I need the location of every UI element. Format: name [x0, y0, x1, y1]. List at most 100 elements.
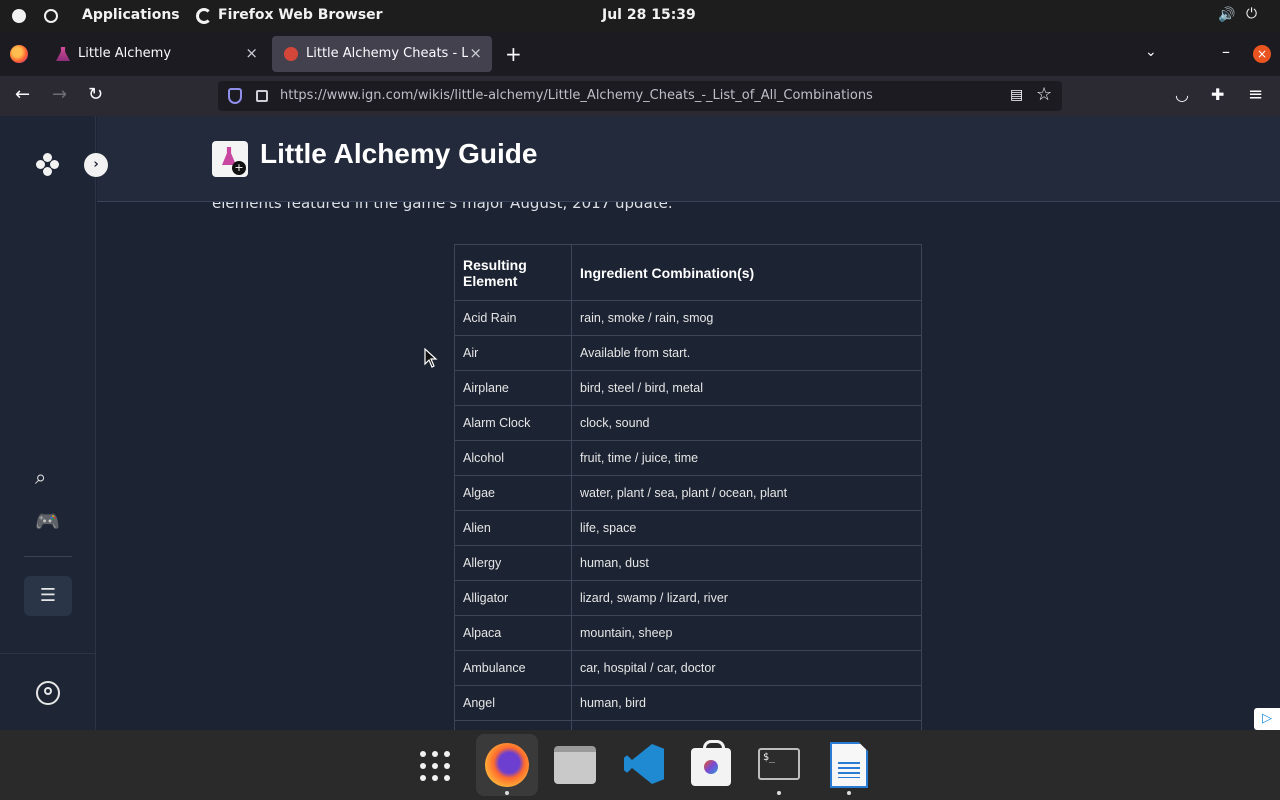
combination-cell: rain, smoke / rain, smog [571, 300, 922, 336]
ign-favicon-icon [284, 47, 298, 61]
back-button[interactable]: ← [15, 86, 30, 104]
combination-cell: car, hospital / car, doctor [571, 650, 922, 686]
element-cell: Angel [454, 685, 572, 721]
element-cell: Alcohol [454, 440, 572, 476]
pocket-icon[interactable]: ◡ [1175, 85, 1189, 104]
element-cell: Ambulance [454, 650, 572, 686]
table-row: Ambulance car, hospital / car, doctor [454, 650, 922, 686]
table-body: Acid Rain rain, smoke / rain, smog Air Avai… [454, 300, 922, 730]
combinations-table: Resulting Element Ingredient Combination… [454, 244, 922, 730]
system-top-bar: Applications Firefox Web Browser Jul 28 … [0, 0, 1280, 32]
minimize-button[interactable]: – [1222, 42, 1230, 61]
tab-title: Little Alchemy Cheats - List [306, 46, 468, 61]
element-cell [454, 720, 572, 730]
element-cell: Alarm Clock [454, 405, 572, 441]
dock: $_ [0, 730, 1280, 800]
element-cell: Alligator [454, 580, 572, 616]
close-window-button[interactable]: × [1253, 45, 1271, 63]
folder-icon [554, 746, 596, 784]
applications-menu[interactable]: Applications [82, 7, 180, 23]
element-cell: Alpaca [454, 615, 572, 651]
running-indicator [777, 791, 781, 795]
new-tab-button[interactable]: + [505, 42, 522, 66]
shopping-bag-icon [691, 740, 731, 786]
site-side-nav: ⌕ 🎮 ☰ [0, 116, 96, 730]
tab-close-icon[interactable]: × [245, 44, 258, 62]
firefox-small-icon [196, 8, 212, 24]
page-content: ⌕ 🎮 ☰ elements featured in the game's ma… [0, 116, 1280, 730]
table-row: Angel human, bird [454, 685, 922, 721]
reload-button[interactable]: ↻ [88, 86, 103, 104]
table-row: Acid Rain rain, smoke / rain, smog [454, 300, 922, 336]
table-of-contents-icon[interactable]: ☰ [24, 576, 72, 616]
table-row: Alligator lizard, swamp / lizard, river [454, 580, 922, 616]
workspace-indicator-icon[interactable] [12, 9, 26, 23]
table-row [454, 720, 922, 730]
guide-title[interactable]: Little Alchemy Guide [260, 138, 537, 170]
divider [0, 653, 96, 654]
tab-little-alchemy-cheats[interactable]: Little Alchemy Cheats - List × [272, 36, 492, 72]
app-center-dock-icon[interactable] [680, 734, 742, 796]
adchoices-icon[interactable]: ▷ [1254, 708, 1280, 730]
table-row: Algae water, plant / sea, plant / ocean, … [454, 475, 922, 511]
account-icon[interactable] [36, 681, 60, 705]
column-header: Resulting Element [454, 244, 572, 301]
element-cell: Acid Rain [454, 300, 572, 336]
reader-view-icon[interactable]: ▤ [1010, 87, 1023, 103]
table-row: Alarm Clock clock, sound [454, 405, 922, 441]
table-row: Airplane bird, steel / bird, metal [454, 370, 922, 406]
tracking-protection-icon[interactable] [228, 88, 242, 104]
active-app-label[interactable]: Firefox Web Browser [218, 7, 383, 23]
running-indicator [847, 791, 851, 795]
divider [24, 556, 72, 557]
volume-icon[interactable]: 🔊 [1218, 7, 1235, 23]
column-header: Ingredient Combination(s) [571, 244, 922, 301]
document-icon [830, 742, 868, 788]
files-dock-icon[interactable] [544, 734, 606, 796]
gamepad-icon[interactable]: 🎮 [35, 509, 60, 533]
table-header-row: Resulting Element Ingredient Combination… [454, 244, 922, 301]
running-indicator [505, 791, 509, 795]
table-row: Alcohol fruit, time / juice, time [454, 440, 922, 476]
tab-close-icon[interactable]: × [469, 44, 482, 62]
combination-cell [571, 720, 922, 730]
bookmark-star-icon[interactable]: ☆ [1036, 84, 1052, 105]
expand-nav-button[interactable]: › [84, 153, 108, 177]
combination-cell: lizard, swamp / lizard, river [571, 580, 922, 616]
forward-button[interactable]: → [52, 86, 67, 104]
firefox-logo-icon [485, 743, 529, 787]
lock-icon[interactable] [256, 90, 268, 102]
writer-dock-icon[interactable] [818, 734, 880, 796]
firefox-dock-icon[interactable] [476, 734, 538, 796]
extensions-icon[interactable]: ✚ [1211, 85, 1224, 104]
combination-cell: bird, steel / bird, metal [571, 370, 922, 406]
list-all-tabs-icon[interactable]: ⌄ [1145, 44, 1157, 60]
show-apps-button[interactable] [404, 734, 466, 796]
workspace-indicator-2-icon[interactable] [44, 9, 58, 23]
browser-tab-strip: Little Alchemy × Little Alchemy Cheats -… [0, 32, 1280, 76]
firefox-view-icon[interactable] [10, 45, 28, 63]
combination-cell: Available from start. [571, 335, 922, 371]
terminal-dock-icon[interactable]: $_ [748, 734, 810, 796]
url-text[interactable]: https://www.ign.com/wikis/little-alchemy… [280, 88, 873, 103]
table-row: Alpaca mountain, sheep [454, 615, 922, 651]
guide-thumbnail[interactable]: + [212, 141, 248, 177]
follow-plus-icon[interactable]: + [232, 161, 246, 175]
ign-logo-icon[interactable] [36, 153, 60, 177]
vscode-dock-icon[interactable] [612, 734, 674, 796]
combination-cell: water, plant / sea, plant / ocean, plant [571, 475, 922, 511]
tab-little-alchemy[interactable]: Little Alchemy × [44, 36, 268, 72]
combination-cell: life, space [571, 510, 922, 546]
clock[interactable]: Jul 28 15:39 [602, 7, 696, 23]
url-bar[interactable]: https://www.ign.com/wikis/little-alchemy… [218, 81, 1062, 111]
element-cell: Allergy [454, 545, 572, 581]
combination-cell: fruit, time / juice, time [571, 440, 922, 476]
combination-cell: mountain, sheep [571, 615, 922, 651]
search-icon[interactable]: ⌕ [35, 465, 46, 489]
app-menu-icon[interactable]: ≡ [1248, 84, 1263, 105]
element-cell: Algae [454, 475, 572, 511]
power-icon[interactable]: ⏻ [1246, 6, 1257, 22]
element-cell: Air [454, 335, 572, 371]
flask-favicon-icon [56, 47, 70, 61]
combination-cell: human, dust [571, 545, 922, 581]
